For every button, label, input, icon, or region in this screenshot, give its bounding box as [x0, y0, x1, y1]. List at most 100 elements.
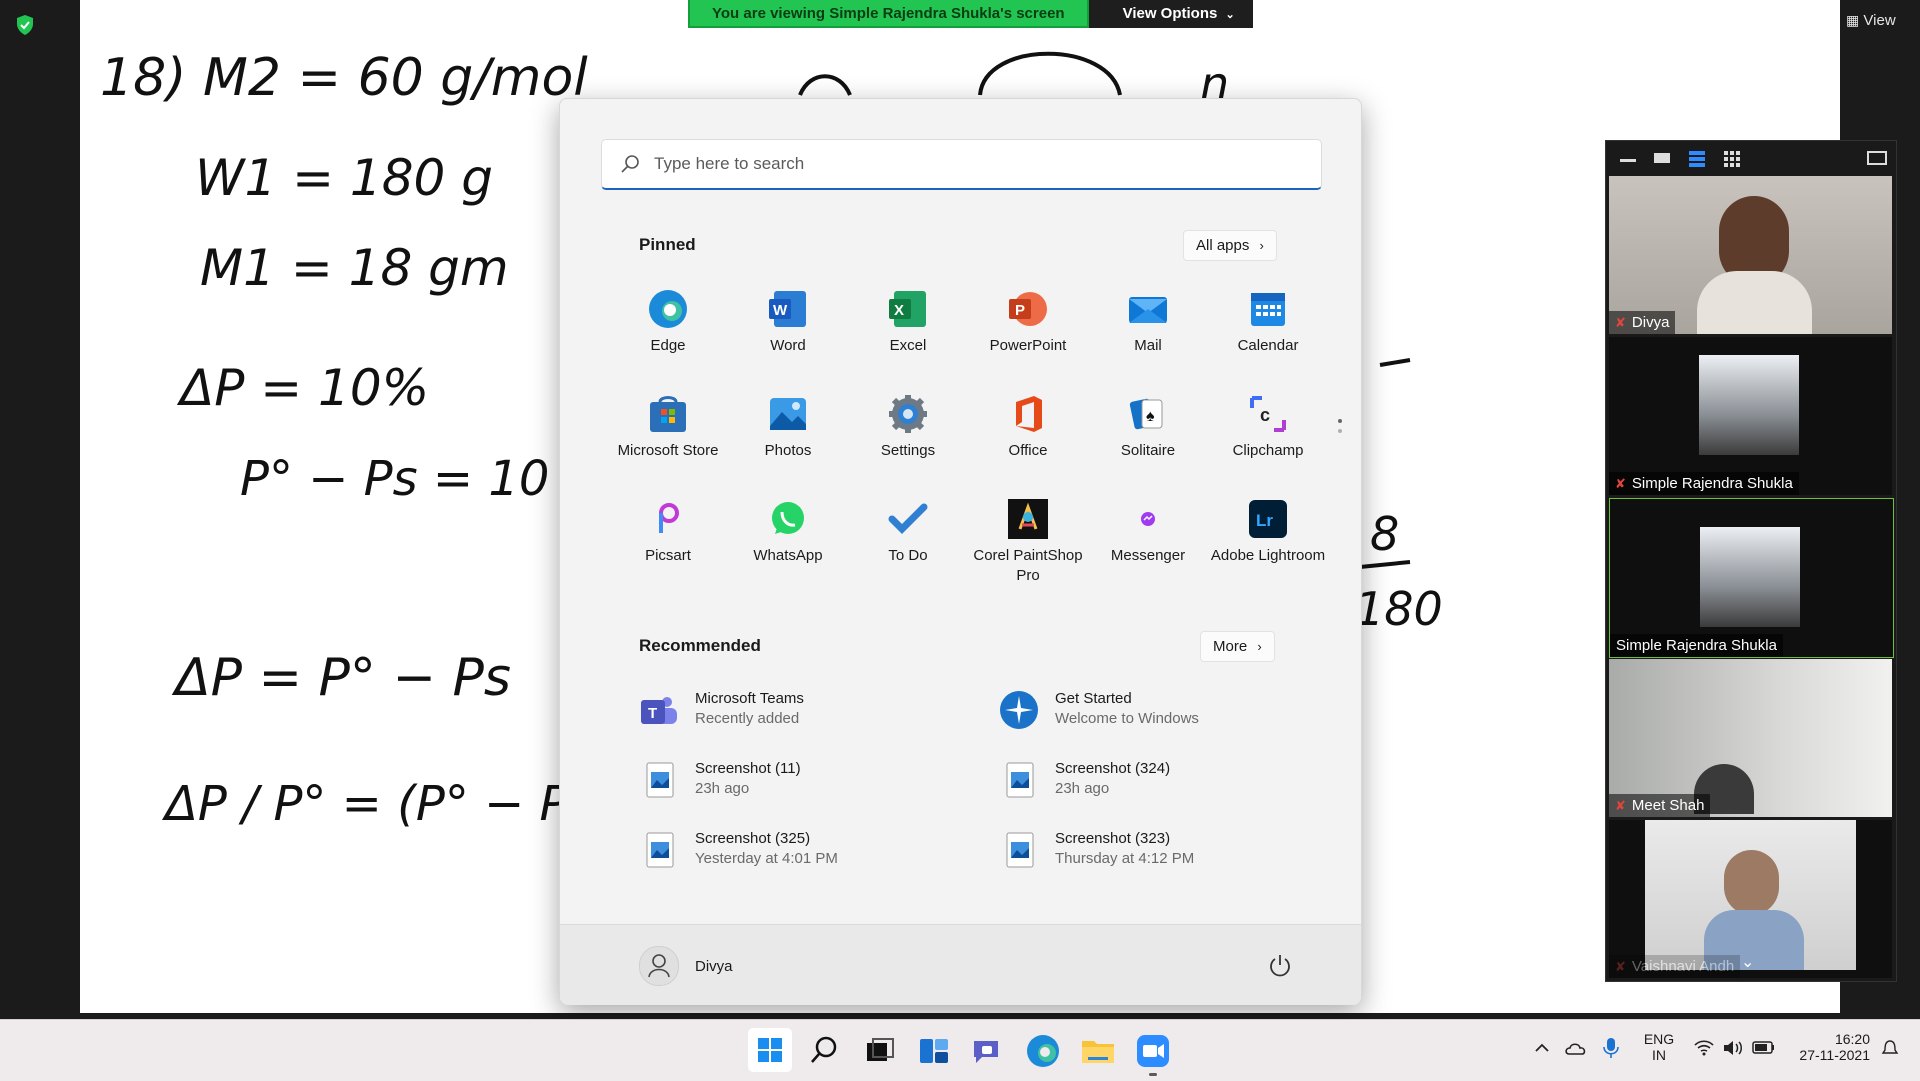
- participant-tile[interactable]: ✘ Simple Rajendra Shukla: [1609, 337, 1892, 495]
- start-button[interactable]: [748, 1028, 792, 1072]
- pinned-app-adobe-lightroom[interactable]: Lr Adobe Lightroom: [1209, 499, 1327, 566]
- pinned-app-to-do[interactable]: To Do: [849, 499, 967, 566]
- pinned-app-solitaire[interactable]: ♠ Solitaire: [1089, 394, 1207, 461]
- recommended-title: Screenshot (323): [1055, 830, 1171, 847]
- start-menu-footer: Divya: [560, 924, 1361, 1005]
- participant-name: Meet Shah: [1631, 797, 1705, 814]
- battery-icon[interactable]: [1752, 1039, 1776, 1062]
- checkmark-icon: [888, 499, 928, 539]
- chat-button[interactable]: [968, 1031, 1008, 1071]
- start-icon: [758, 1038, 782, 1062]
- zoom-icon: [1137, 1035, 1169, 1067]
- widgets-button[interactable]: [914, 1031, 954, 1071]
- all-apps-button[interactable]: All apps ›: [1183, 230, 1277, 261]
- pinned-app-picsart[interactable]: Picsart: [609, 499, 727, 566]
- input-language[interactable]: ENG IN: [1640, 1031, 1678, 1063]
- recommended-subtitle: 23h ago: [695, 780, 750, 797]
- task-view-icon: [867, 1038, 894, 1061]
- grid-icon: ▦: [1846, 12, 1860, 28]
- pinned-app-whatsapp[interactable]: WhatsApp: [729, 499, 847, 566]
- participant-tile[interactable]: ✘ Divya: [1609, 176, 1892, 334]
- page-indicator[interactable]: [1338, 419, 1342, 433]
- power-icon[interactable]: [1267, 952, 1293, 983]
- user-account-button[interactable]: Divya: [639, 946, 733, 986]
- app-label: Edge: [650, 337, 686, 354]
- excel-icon: X: [888, 289, 928, 329]
- taskbar-search-button[interactable]: [804, 1031, 844, 1071]
- show-hidden-icons-button[interactable]: [1532, 1038, 1552, 1063]
- region-label: IN: [1652, 1047, 1666, 1063]
- app-label: Solitaire: [1120, 442, 1176, 459]
- clock[interactable]: 16:20 27-11-2021: [1790, 1031, 1870, 1063]
- pinned-app-mail[interactable]: Mail: [1089, 289, 1207, 356]
- view-label: View: [1863, 12, 1896, 29]
- clipchamp-icon: c: [1248, 394, 1288, 434]
- security-shield-icon[interactable]: [14, 14, 36, 36]
- pinned-app-word[interactable]: W Word: [729, 289, 847, 356]
- svg-text:P: P: [1015, 302, 1025, 319]
- svg-text:180: 180: [1355, 582, 1443, 636]
- svg-text:c: c: [1260, 405, 1270, 425]
- recommended-title: Screenshot (324): [1055, 760, 1171, 777]
- recommended-item[interactable]: Get Started Welcome to Windows: [999, 686, 1319, 736]
- recommended-title: Get Started: [1055, 690, 1132, 707]
- taskbar: ENG IN 16:20 27-11-2021: [0, 1019, 1920, 1081]
- taskbar-edge-button[interactable]: [1023, 1031, 1063, 1071]
- recommended-item[interactable]: Screenshot (11) 23h ago: [639, 756, 959, 806]
- app-label: Microsoft Store: [617, 442, 719, 459]
- task-view-button[interactable]: [859, 1031, 899, 1071]
- participant-name: Simple Rajendra Shukla: [1616, 637, 1777, 654]
- language-label: ENG: [1643, 1031, 1675, 1047]
- app-label: Excel: [889, 337, 927, 354]
- notifications-icon[interactable]: [1880, 1038, 1900, 1063]
- search-input[interactable]: [652, 148, 1296, 180]
- pinned-app-messenger[interactable]: Messenger: [1089, 499, 1207, 566]
- search-icon: [811, 1036, 837, 1063]
- recommended-title: Screenshot (325): [695, 830, 811, 847]
- clock-time: 16:20: [1834, 1031, 1870, 1047]
- participant-tile[interactable]: ✘ Meet Shah: [1609, 659, 1892, 817]
- pinned-app-powerpoint[interactable]: P PowerPoint: [969, 289, 1087, 356]
- lightroom-icon: Lr: [1248, 499, 1288, 539]
- app-label: Mail: [1134, 337, 1162, 354]
- pinned-app-clipchamp[interactable]: c Clipchamp: [1209, 394, 1327, 461]
- recommended-item[interactable]: Screenshot (325) Yesterday at 4:01 PM: [639, 826, 959, 876]
- pinned-app-excel[interactable]: X Excel: [849, 289, 967, 356]
- pinned-app-corel-paintshop[interactable]: Corel PaintShop Pro: [969, 499, 1087, 586]
- recommended-item[interactable]: Screenshot (324) 23h ago: [999, 756, 1319, 806]
- mail-icon: [1128, 289, 1168, 329]
- edge-icon: [1027, 1035, 1059, 1067]
- pinned-app-photos[interactable]: Photos: [729, 394, 847, 461]
- view-button[interactable]: ▦ View: [1846, 12, 1896, 29]
- file-explorer-icon: [1082, 1041, 1114, 1063]
- chevron-right-icon: ›: [1259, 238, 1264, 253]
- view-options-label: View Options: [1122, 5, 1218, 22]
- microphone-icon[interactable]: [1601, 1036, 1621, 1065]
- app-label: Word: [770, 337, 806, 354]
- pinned-app-edge[interactable]: Edge: [609, 289, 727, 356]
- wifi-icon[interactable]: [1693, 1038, 1715, 1063]
- pinned-app-microsoft-store[interactable]: Microsoft Store: [609, 394, 727, 461]
- pinned-app-calendar[interactable]: Calendar: [1209, 289, 1327, 356]
- whiteboard-line: P° − Ps = 10: [240, 451, 549, 507]
- pinned-app-office[interactable]: Office: [969, 394, 1087, 461]
- app-label: To Do: [888, 547, 928, 564]
- file-explorer-button[interactable]: [1078, 1031, 1118, 1071]
- recommended-item[interactable]: Screenshot (323) Thursday at 4:12 PM: [999, 826, 1319, 876]
- recommended-title: Recommended: [639, 636, 761, 655]
- more-button[interactable]: More ›: [1200, 631, 1275, 662]
- share-message: You are viewing Simple Rajendra Shukla's…: [688, 0, 1089, 28]
- volume-icon[interactable]: [1722, 1038, 1744, 1063]
- whiteboard-line: 18) M2 = 60 g/mol: [100, 48, 588, 108]
- chevron-down-icon: ⌄: [1225, 9, 1235, 21]
- pinned-app-settings[interactable]: Settings: [849, 394, 967, 461]
- start-search-box[interactable]: [601, 139, 1322, 190]
- zoom-button[interactable]: [1133, 1031, 1173, 1076]
- participant-tile-active-speaker[interactable]: Simple Rajendra Shukla: [1609, 498, 1894, 658]
- view-options-button[interactable]: View Options ⌄: [1088, 0, 1253, 28]
- scroll-down-icon[interactable]: ⌄: [1741, 952, 1754, 972]
- onedrive-icon[interactable]: [1564, 1038, 1588, 1063]
- app-label: Corel PaintShop Pro: [973, 547, 1083, 584]
- participant-tile[interactable]: ✘ Vaishnavi Andh ⌄: [1609, 820, 1892, 978]
- recommended-item[interactable]: T Microsoft Teams Recently added: [639, 686, 959, 736]
